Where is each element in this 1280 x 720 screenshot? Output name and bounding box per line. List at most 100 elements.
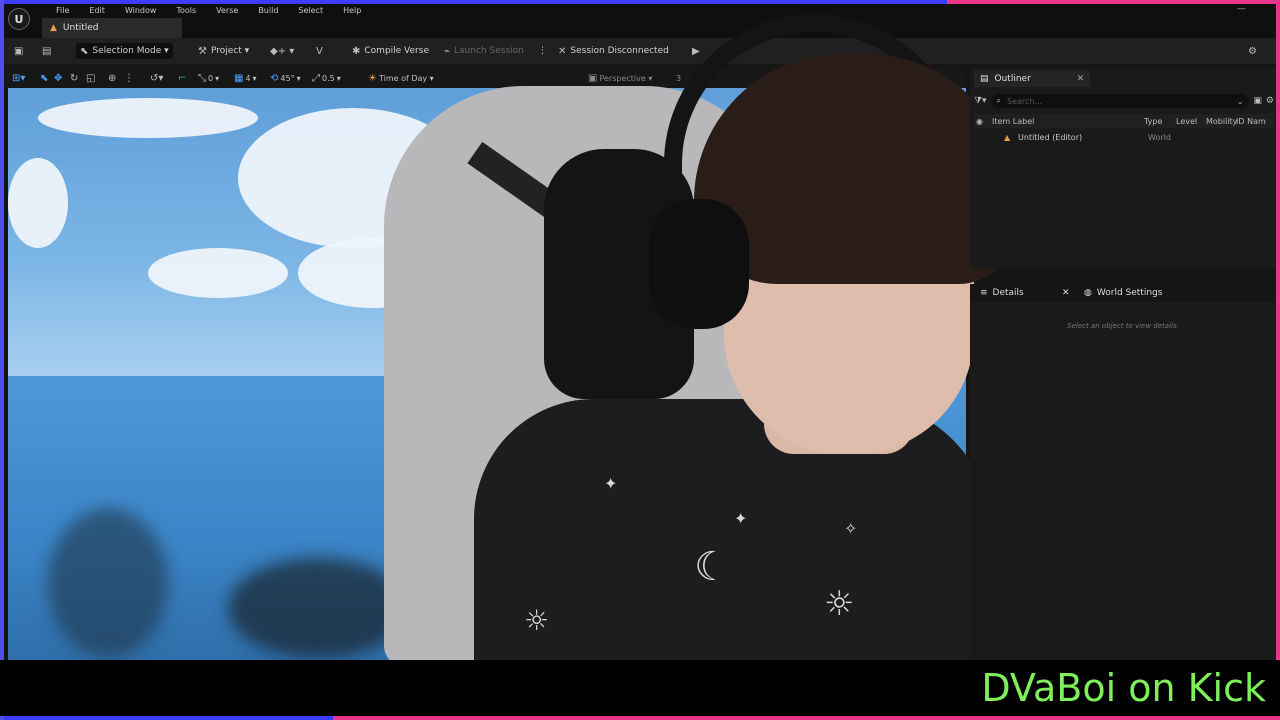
unreal-editor-window: File Edit Window Tools Verse Build Selec… xyxy=(4,4,1276,660)
fov-value[interactable]: 3 xyxy=(676,71,681,85)
tab-world-settings[interactable]: ◍ World Settings xyxy=(1078,286,1168,300)
menu-edit[interactable]: Edit xyxy=(79,7,115,15)
surface-snap-icon[interactable]: ⋮ xyxy=(124,71,134,85)
outliner-row[interactable]: ▲ Untitled (Editor) World xyxy=(974,130,1274,144)
column-item-label[interactable]: Item Label xyxy=(992,117,1034,126)
camera-speed-icon[interactable]: ↺▾ xyxy=(150,71,163,85)
time-of-day-button[interactable]: ☀ Time of Day ▾ xyxy=(368,71,434,85)
scale-snap-label: 0.5 xyxy=(322,73,335,83)
details-panel: ≡ Details ✕ ◍ World Settings Select an o… xyxy=(970,284,1276,660)
search-placeholder: Search... xyxy=(1007,96,1043,106)
column-mobility[interactable]: Mobility xyxy=(1206,117,1237,126)
stream-frame-bottom xyxy=(0,716,1280,720)
details-icon: ≡ xyxy=(980,288,988,298)
add-actor-icon: ◆+ ▾ xyxy=(270,45,295,57)
add-actor-button[interactable]: ◆+ ▾ xyxy=(266,43,298,59)
more-options-icon[interactable]: ⋮ xyxy=(534,43,551,59)
menu-tools[interactable]: Tools xyxy=(166,7,206,15)
column-level[interactable]: Level xyxy=(1176,117,1197,126)
column-id-name[interactable]: ID Nam xyxy=(1236,117,1266,126)
shirt-sun-icon: ☼ xyxy=(824,584,855,624)
menu-items: File Edit Window Tools Verse Build Selec… xyxy=(46,7,371,15)
verse-icon[interactable]: V xyxy=(312,43,327,59)
minimize-icon[interactable]: — xyxy=(1237,4,1246,14)
save-icon[interactable]: ▣ xyxy=(10,43,27,59)
world-local-icon[interactable]: ⊕ xyxy=(108,71,116,85)
search-icon: ⌕ xyxy=(996,96,1002,105)
scale-tool-icon[interactable]: ◱ xyxy=(86,71,95,85)
webcam-person-shirt xyxy=(474,399,994,660)
close-icon[interactable]: ✕ xyxy=(1056,286,1076,300)
play-icon[interactable]: ▶ xyxy=(688,43,704,59)
disconnect-icon: ✕ xyxy=(558,45,567,57)
menu-help[interactable]: Help xyxy=(333,7,371,15)
selection-mode-label: Selection Mode ▾ xyxy=(92,46,169,56)
grid-label: 4 xyxy=(245,73,251,83)
compile-verse-label: Compile Verse xyxy=(364,46,429,56)
tab-outliner[interactable]: ▤ Outliner ✕ xyxy=(974,71,1091,87)
add-folder-icon[interactable]: ▣ xyxy=(1253,96,1262,106)
visibility-icon[interactable]: ◉ xyxy=(976,117,983,126)
outliner-search-row: ⧩▾ ⌕ Search... ⌄ ▣ ⚙ xyxy=(974,92,1274,110)
column-type[interactable]: Type xyxy=(1144,117,1162,126)
outliner-panel: ▤ Outliner ✕ ⧩▾ ⌕ Search... ⌄ ▣ ⚙ ◉ Item… xyxy=(970,68,1276,268)
details-tab-bar: ≡ Details ✕ ◍ World Settings xyxy=(970,284,1276,302)
translate-tool-icon[interactable]: ✥ xyxy=(54,71,62,85)
content-browser-icon[interactable]: ▤ xyxy=(38,43,55,59)
main-toolbar: ▣ ▤ ⬉ Selection Mode ▾ ⚒ Project ▾ ◆+ ▾ … xyxy=(4,38,1276,64)
outliner-column-header: ◉ Item Label Type Level Mobility ID Nam xyxy=(974,114,1274,128)
shirt-moon-icon: ☾ xyxy=(694,544,730,590)
scale-snap-value[interactable]: ⤢ 0.5 ▾ xyxy=(312,71,341,85)
launch-session-label: Launch Session xyxy=(454,46,524,56)
settings-icon[interactable]: ⚙ xyxy=(1244,43,1261,59)
translate-snap-label: 0 xyxy=(208,73,214,83)
webcam-headphone-cup xyxy=(649,199,749,329)
chevron-down-icon[interactable]: ⌄ xyxy=(1237,97,1244,106)
menu-window[interactable]: Window xyxy=(115,7,167,15)
settings-icon[interactable]: ⚙ xyxy=(1266,96,1274,106)
tab-untitled[interactable]: ▲ Untitled xyxy=(42,18,182,38)
selection-mode-button[interactable]: ⬉ Selection Mode ▾ xyxy=(76,43,173,59)
stream-frame-right xyxy=(1276,0,1280,720)
perspective-button[interactable]: ▣ Perspective ▾ xyxy=(588,71,652,85)
shirt-star-icon: ✦ xyxy=(734,509,748,528)
details-empty-message: Select an object to view details. xyxy=(1067,322,1179,330)
tab-label: Untitled xyxy=(62,23,99,33)
unreal-logo-icon: U xyxy=(8,8,30,30)
filter-icon[interactable]: ⧩▾ xyxy=(974,96,987,106)
outliner-icon: ▤ xyxy=(980,74,989,84)
level-icon: ▲ xyxy=(50,23,57,33)
menu-file[interactable]: File xyxy=(46,7,79,15)
viewport-options-icon[interactable]: ⊞▾ xyxy=(12,71,25,85)
select-tool-icon[interactable]: ⬉ xyxy=(40,71,48,85)
project-button[interactable]: ⚒ Project ▾ xyxy=(194,43,253,59)
world-settings-tab-label: World Settings xyxy=(1096,288,1163,298)
close-icon[interactable]: ✕ xyxy=(1077,74,1085,84)
menu-verse[interactable]: Verse xyxy=(206,7,248,15)
compile-icon: ✱ xyxy=(352,45,361,57)
cloud xyxy=(8,158,68,248)
terrain-shadow xyxy=(228,558,408,658)
shirt-star-icon: ✦ xyxy=(604,474,618,493)
translate-snap-value[interactable]: ⤡ 0 ▾ xyxy=(198,71,219,85)
row-type: World xyxy=(1148,132,1171,142)
grid-value[interactable]: ▦ 4 ▾ xyxy=(234,71,257,85)
shirt-sun-icon: ☼ xyxy=(524,604,550,637)
menu-build[interactable]: Build xyxy=(248,7,288,15)
compile-verse-button[interactable]: ✱ Compile Verse xyxy=(348,43,433,59)
launch-session-button[interactable]: ⌁ Launch Session xyxy=(440,43,528,59)
translate-snap-toggle[interactable]: ⌐ xyxy=(178,71,186,85)
session-status-button[interactable]: ✕ Session Disconnected xyxy=(554,43,673,59)
outliner-search-input[interactable]: ⌕ Search... ⌄ xyxy=(990,94,1250,108)
project-icon: ⚒ xyxy=(198,45,207,57)
launch-icon: ⌁ xyxy=(444,45,451,57)
time-of-day-label: Time of Day ▾ xyxy=(378,73,434,83)
cursor-icon: ⬉ xyxy=(80,45,89,57)
tab-details[interactable]: ≡ Details xyxy=(974,286,1030,300)
rotate-tool-icon[interactable]: ↻ xyxy=(70,71,78,85)
document-tab-bar: ▲ Untitled xyxy=(4,18,1276,38)
menu-select[interactable]: Select xyxy=(288,7,333,15)
rotate-snap-value[interactable]: ⟲ 45° ▾ xyxy=(270,71,301,85)
row-item-label: Untitled (Editor) xyxy=(1018,132,1083,142)
perspective-label: Perspective ▾ xyxy=(599,73,653,83)
